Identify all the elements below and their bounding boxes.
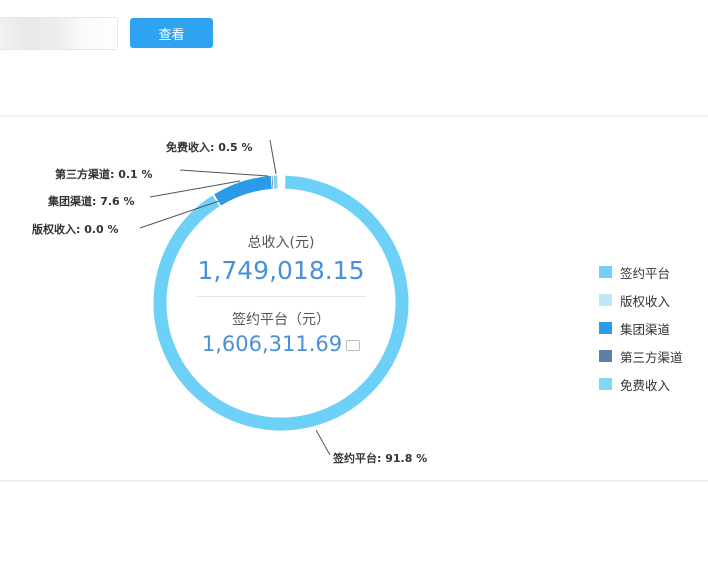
legend-swatch [599,378,612,390]
legend-item-3[interactable]: 第三方渠道 [599,342,683,370]
total-value: 1,749,018.15 [197,256,365,285]
legend-item-4[interactable]: 免费收入 [599,370,683,398]
legend-label: 第三方渠道 [620,349,683,365]
label-line-0 [315,429,331,456]
slice-0[interactable] [153,175,409,431]
slice-label-1: 版权收入: 0.0 % [32,222,119,236]
legend-label: 集团渠道 [620,321,671,337]
legend-swatch [599,322,612,334]
slice-2[interactable] [214,175,272,206]
legend-swatch [599,266,612,278]
legend-swatch [599,350,612,362]
slice-label-4: 免费收入: 0.5 % [166,140,253,154]
selected-value: 1,606,311.69 [196,332,366,356]
legend-label: 签约平台 [620,265,671,281]
legend-swatch [599,294,612,306]
legend-label: 免费收入 [620,377,671,393]
legend-label: 版权收入 [620,293,671,309]
total-label: 总收入(元) [247,235,315,251]
selected-value-text: 1,606,311.69 [201,332,343,356]
center-divider [196,296,366,297]
legend-item-0[interactable]: 签约平台 [599,258,683,286]
legend: 签约平台版权收入集团渠道第三方渠道免费收入 [599,258,683,398]
label-line-4 [269,139,277,175]
slice-label-2: 集团渠道: 7.6 % [47,194,135,208]
legend-item-1[interactable]: 版权收入 [599,286,683,314]
legend-item-2[interactable]: 集团渠道 [599,314,683,342]
slice-label-3: 第三方渠道: 0.1 % [55,167,153,181]
selected-label: 签约平台（元） [232,312,330,328]
label-line-3 [179,169,269,177]
comment-icon[interactable] [346,339,361,351]
slice-label-0: 签约平台: 91.8 % [332,451,427,465]
label-line-1 [139,199,223,229]
